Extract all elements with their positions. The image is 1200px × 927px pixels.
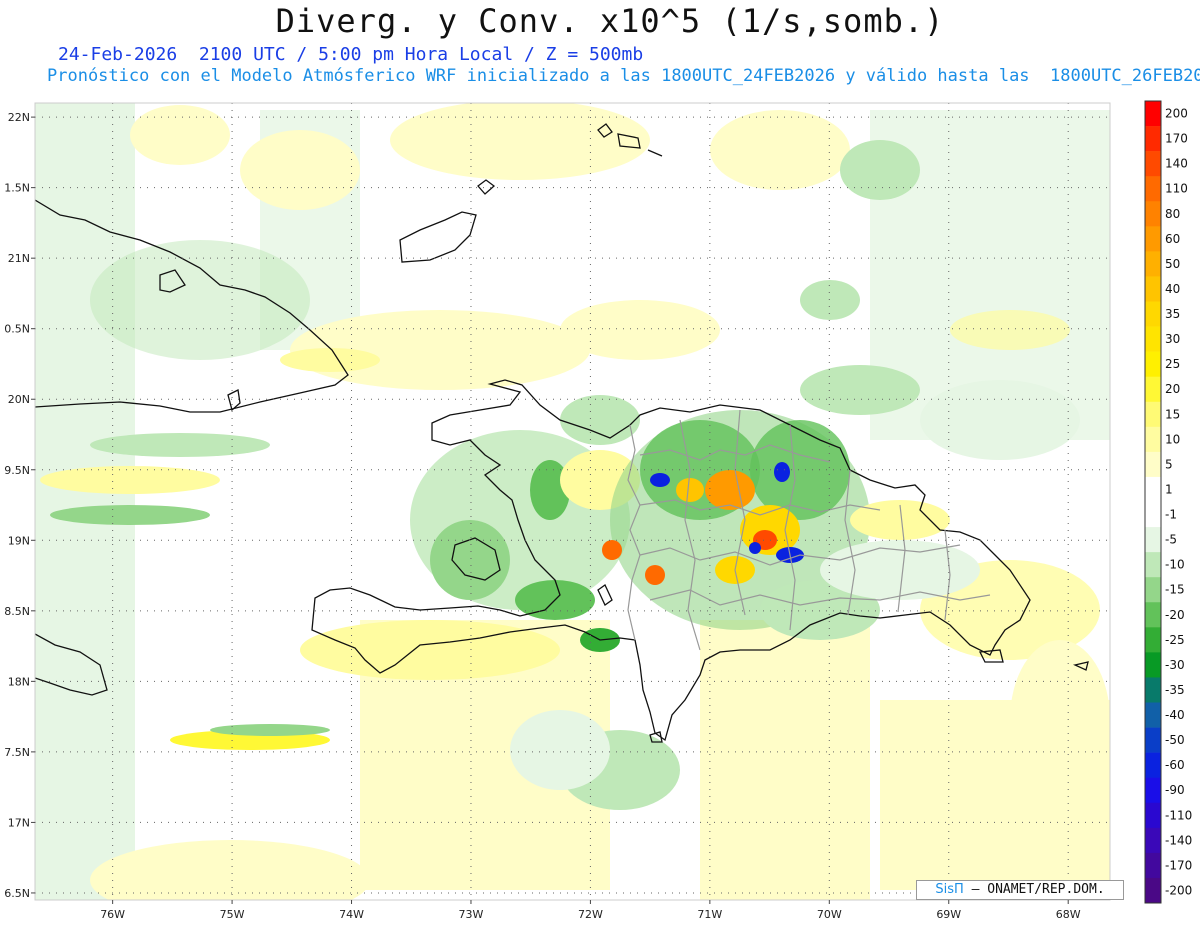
colorbar-swatch bbox=[1145, 151, 1161, 177]
colorbar-label: 10 bbox=[1165, 432, 1180, 446]
colorbar-swatch bbox=[1145, 527, 1161, 553]
colorbar-swatch bbox=[1145, 301, 1161, 327]
colorbar-swatch bbox=[1145, 627, 1161, 653]
colorbar-label: -25 bbox=[1165, 633, 1185, 647]
lon-tick-label: 73W bbox=[459, 908, 484, 921]
colorbar-label: 1 bbox=[1165, 482, 1173, 496]
lat-tick-label: 20N bbox=[8, 393, 30, 406]
colorbar-swatch bbox=[1145, 101, 1161, 127]
colorbar-swatch bbox=[1145, 702, 1161, 728]
lon-tick-label: 69W bbox=[936, 908, 961, 921]
lat-tick-label: 22N bbox=[8, 111, 30, 124]
colorbar-swatch bbox=[1145, 451, 1161, 478]
colorbar-swatch bbox=[1145, 802, 1161, 829]
colorbar-label: 170 bbox=[1165, 132, 1188, 146]
colorbar-label: 40 bbox=[1165, 282, 1180, 296]
colorbar-label: -140 bbox=[1165, 833, 1192, 847]
colorbar-swatch bbox=[1145, 727, 1161, 753]
colorbar-swatch bbox=[1145, 877, 1161, 904]
lat-tick-label: 1.5N bbox=[4, 182, 30, 195]
colorbar-label: 80 bbox=[1165, 207, 1180, 221]
colorbar-label: -110 bbox=[1165, 808, 1192, 822]
colorbar-swatch bbox=[1145, 226, 1161, 252]
colorbar-label: -200 bbox=[1165, 883, 1192, 897]
colorbar-swatch bbox=[1145, 652, 1161, 678]
colorbar-label: -30 bbox=[1165, 658, 1185, 672]
lon-tick-label: 72W bbox=[578, 908, 603, 921]
sisp-logo: SisΠ bbox=[935, 882, 964, 897]
lon-tick-label: 74W bbox=[339, 908, 364, 921]
colorbar-swatch bbox=[1145, 552, 1161, 578]
lat-tick-label: 17N bbox=[8, 816, 30, 829]
colorbar-label: 15 bbox=[1165, 407, 1180, 421]
lat-tick-label: 19N bbox=[8, 534, 30, 547]
lon-tick-label: 68W bbox=[1056, 908, 1081, 921]
colorbar-label: -15 bbox=[1165, 583, 1185, 597]
lat-tick-label: 21N bbox=[8, 252, 30, 265]
lat-tick-label: 8.5N bbox=[4, 605, 30, 618]
colorbar-label: 200 bbox=[1165, 107, 1188, 121]
colorbar-label: 30 bbox=[1165, 332, 1180, 346]
colorbar-label: 5 bbox=[1165, 457, 1173, 471]
colorbar-label: 20 bbox=[1165, 382, 1180, 396]
lat-tick-label: 0.5N bbox=[4, 323, 30, 336]
divergence-map: 22N 1.5N 21N 0.5N 20N 9.5N 19N 8.5N 18N 7.5N 17N 6.… bbox=[4, 100, 1192, 921]
colorbar-label: -60 bbox=[1165, 758, 1185, 772]
colorbar-swatch bbox=[1145, 401, 1161, 428]
colorbar-label: 35 bbox=[1165, 307, 1180, 321]
colorbar-label: -50 bbox=[1165, 733, 1185, 747]
credit-text: – ONAMET/REP.DOM. bbox=[971, 882, 1105, 897]
lat-tick-label: 7.5N bbox=[4, 746, 30, 759]
lon-tick-label: 71W bbox=[697, 908, 722, 921]
colorbar-label: -20 bbox=[1165, 608, 1185, 622]
colorbar-swatch bbox=[1145, 602, 1161, 628]
colorbar-swatch bbox=[1145, 276, 1161, 302]
colorbar-swatch bbox=[1145, 176, 1161, 202]
longitude-axis: 76W 75W 74W 73W 72W 71W 70W 69W 68W bbox=[100, 900, 1081, 921]
latitude-axis: 22N 1.5N 21N 0.5N 20N 9.5N 19N 8.5N 18N 7.5N 17N 6.… bbox=[4, 111, 35, 900]
colorbar-label: -90 bbox=[1165, 783, 1185, 797]
colorbar-label: 50 bbox=[1165, 257, 1180, 271]
colorbar-swatch bbox=[1145, 376, 1161, 403]
colorbar-swatch bbox=[1145, 476, 1161, 503]
colorbar-swatch bbox=[1145, 251, 1161, 277]
colorbar-swatch bbox=[1145, 852, 1161, 879]
colorbar-swatch bbox=[1145, 827, 1161, 854]
colorbar-label: -10 bbox=[1165, 558, 1185, 572]
colorbar-label: -5 bbox=[1165, 533, 1177, 547]
lat-tick-label: 18N bbox=[8, 675, 30, 688]
colorbar-swatch bbox=[1145, 577, 1161, 603]
colorbar-swatch bbox=[1145, 677, 1161, 703]
colorbar-label: -40 bbox=[1165, 708, 1185, 722]
colorbar-label: 25 bbox=[1165, 357, 1180, 371]
colorbar-label: -170 bbox=[1165, 858, 1192, 872]
colorbar-swatch bbox=[1145, 752, 1161, 778]
colorbar-label: -1 bbox=[1165, 508, 1177, 522]
colorbar-swatch bbox=[1145, 201, 1161, 227]
credit-box: SisΠ – ONAMET/REP.DOM. bbox=[916, 880, 1124, 900]
colorbar-label: 140 bbox=[1165, 157, 1188, 171]
colorbar-swatch bbox=[1145, 326, 1161, 352]
lon-tick-label: 70W bbox=[817, 908, 842, 921]
lon-tick-label: 76W bbox=[100, 908, 125, 921]
colorbar-swatch bbox=[1145, 426, 1161, 453]
colorbar: 200 170 140 110 80 60 50 40 35 30 25 20 15 10 5 1 -1 -5 -1… bbox=[1144, 100, 1192, 904]
colorbar-swatch bbox=[1145, 502, 1161, 528]
lat-tick-label: 9.5N bbox=[4, 464, 30, 477]
colorbar-label: -35 bbox=[1165, 683, 1185, 697]
colorbar-swatch bbox=[1145, 126, 1161, 152]
lat-tick-label: 6.5N bbox=[4, 887, 30, 900]
colorbar-label: 110 bbox=[1165, 182, 1188, 196]
lon-tick-label: 75W bbox=[220, 908, 245, 921]
colorbar-swatch bbox=[1145, 777, 1161, 804]
colorbar-swatch bbox=[1145, 351, 1161, 377]
colorbar-label: 60 bbox=[1165, 232, 1180, 246]
